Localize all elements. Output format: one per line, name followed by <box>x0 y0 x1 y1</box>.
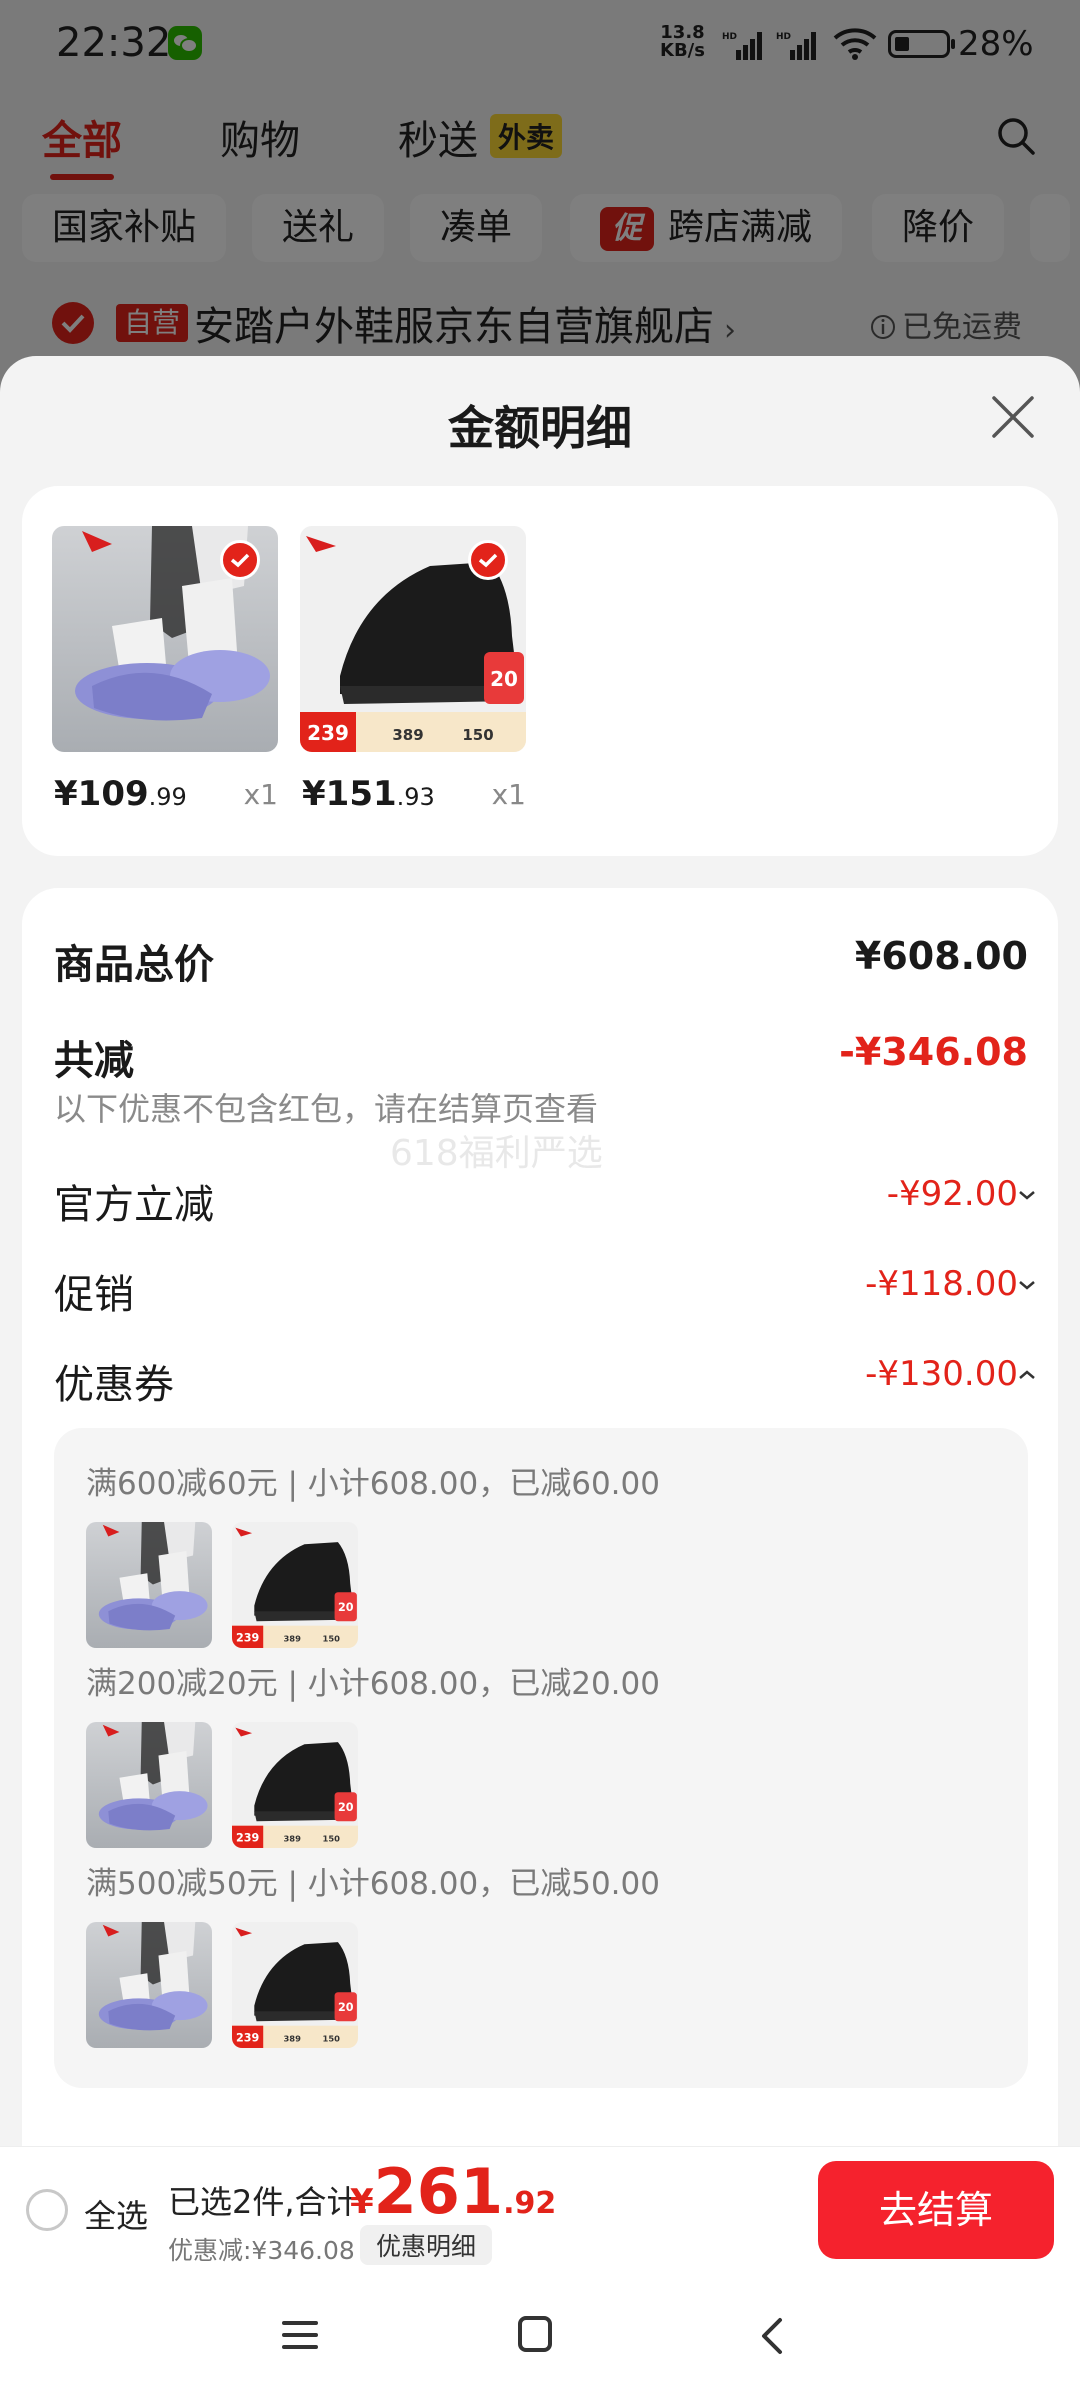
promotion-value: -¥118.00 <box>865 1264 1018 1304</box>
product-quantity: x1 <box>491 778 526 811</box>
coupon-rule: 满500减50元 | 小计608.00，已减50.00 <box>86 1866 660 1902</box>
check-icon <box>230 553 250 568</box>
coupon-product-thumb-shoe: 20 239 389 150 <box>232 1722 358 1848</box>
checkout-bar: 全选 已选2件,合计: ¥261.92 优惠减:¥346.08 优惠明细 去结算 <box>0 2146 1080 2273</box>
total-price-value: ¥608.00 <box>854 934 1028 978</box>
svg-text:389: 389 <box>283 1833 301 1843</box>
sheet-title: 金额明细 <box>448 401 632 455</box>
svg-text:20: 20 <box>338 1601 354 1614</box>
coupon-detail-box: 满600减60元 | 小计608.00，已减60.00 20 239 389 1… <box>54 1428 1028 2088</box>
svg-text:150: 150 <box>323 1833 341 1843</box>
price-decimal: .93 <box>396 783 435 811</box>
price-integer: ¥151 <box>302 774 397 814</box>
coupon-product-thumb-shoe: 20 239 389 150 <box>232 1522 358 1648</box>
promotion-label: 促销 <box>54 1272 134 1318</box>
total-price-label: 商品总价 <box>54 942 214 988</box>
checkout-button[interactable]: 去结算 <box>818 2161 1054 2259</box>
coupon-product-thumb-shoe: 20 239 389 150 <box>232 1922 358 2048</box>
discount-detail-button[interactable]: 优惠明细 <box>360 2225 493 2265</box>
select-all-radio[interactable] <box>26 2189 68 2231</box>
svg-text:239: 239 <box>236 1831 260 1844</box>
product-quantity: x1 <box>243 778 278 811</box>
product-selected-check[interactable] <box>468 540 508 580</box>
coupon-rule: 满600减60元 | 小计608.00，已减60.00 <box>86 1466 660 1502</box>
shoe-tag-p2: 150 <box>462 726 493 744</box>
svg-text:389: 389 <box>283 1633 301 1643</box>
total-price: ¥261.92 <box>350 2155 556 2228</box>
svg-text:20: 20 <box>338 2001 354 2014</box>
price-summary-card: 商品总价 ¥608.00 共减 -¥346.08 以下优惠不包含红包，请在结算页… <box>22 888 1058 2146</box>
back-icon[interactable] <box>756 2316 786 2356</box>
svg-text:150: 150 <box>323 1633 341 1643</box>
total-reduce-label: 共减 <box>54 1038 134 1084</box>
official-discount-label: 官方立减 <box>54 1182 214 1228</box>
total-decimal: .92 <box>503 2186 557 2221</box>
coupon-product-thumb-slide <box>86 1522 212 1648</box>
total-reduce-value: -¥346.08 <box>839 1030 1028 1074</box>
coupon-rule: 满200减20元 | 小计608.00，已减20.00 <box>86 1666 660 1702</box>
select-all-label[interactable]: 全选 <box>84 2191 148 2237</box>
coupon-label: 优惠券 <box>54 1362 174 1408</box>
coupon-product-thumb-slide <box>86 1722 212 1848</box>
selected-products-card: ¥109.99 x1 20 239 389 150 ¥151.93 x1 <box>22 486 1058 856</box>
selected-count-text: 已选2件,合计: <box>168 2183 370 2221</box>
price-decimal: .99 <box>148 783 187 811</box>
home-icon[interactable] <box>518 2316 552 2352</box>
product-price: ¥109.99 <box>54 774 187 814</box>
amount-detail-sheet: 金额明细 ¥109.99 x1 20 239 389 150 ¥151.93 x… <box>0 356 1080 2146</box>
shoe-tag-badge: 20 <box>490 667 518 691</box>
watermark: 618福利严选 <box>390 1133 603 1174</box>
svg-text:239: 239 <box>236 2031 260 2044</box>
product-price: ¥151.93 <box>302 774 435 814</box>
product-selected-check[interactable] <box>220 540 260 580</box>
coupon-value: -¥130.00 <box>865 1354 1018 1394</box>
check-icon <box>478 553 498 568</box>
close-icon[interactable] <box>990 394 1036 440</box>
svg-text:150: 150 <box>323 2033 341 2043</box>
total-yen: ¥ <box>350 2182 374 2222</box>
chevron-up-icon <box>1019 1370 1035 1379</box>
coupon-product-thumb-slide <box>86 1922 212 2048</box>
svg-text:239: 239 <box>236 1631 260 1644</box>
modal-overlay[interactable] <box>0 0 1080 380</box>
chevron-down-icon <box>1019 1281 1035 1290</box>
shoe-tag-p1: 389 <box>392 726 423 744</box>
price-integer: ¥109 <box>54 774 149 814</box>
chevron-down-icon <box>1019 1191 1035 1200</box>
menu-icon[interactable] <box>280 2318 320 2352</box>
discount-summary: 优惠减:¥346.08 <box>168 2236 355 2265</box>
svg-text:20: 20 <box>338 1801 354 1814</box>
total-integer: 261 <box>373 2155 504 2228</box>
official-discount-value: -¥92.00 <box>886 1174 1018 1214</box>
shoe-tag-price: 239 <box>307 721 349 745</box>
system-navigation-bar <box>0 2272 1080 2400</box>
svg-text:389: 389 <box>283 2033 301 2043</box>
